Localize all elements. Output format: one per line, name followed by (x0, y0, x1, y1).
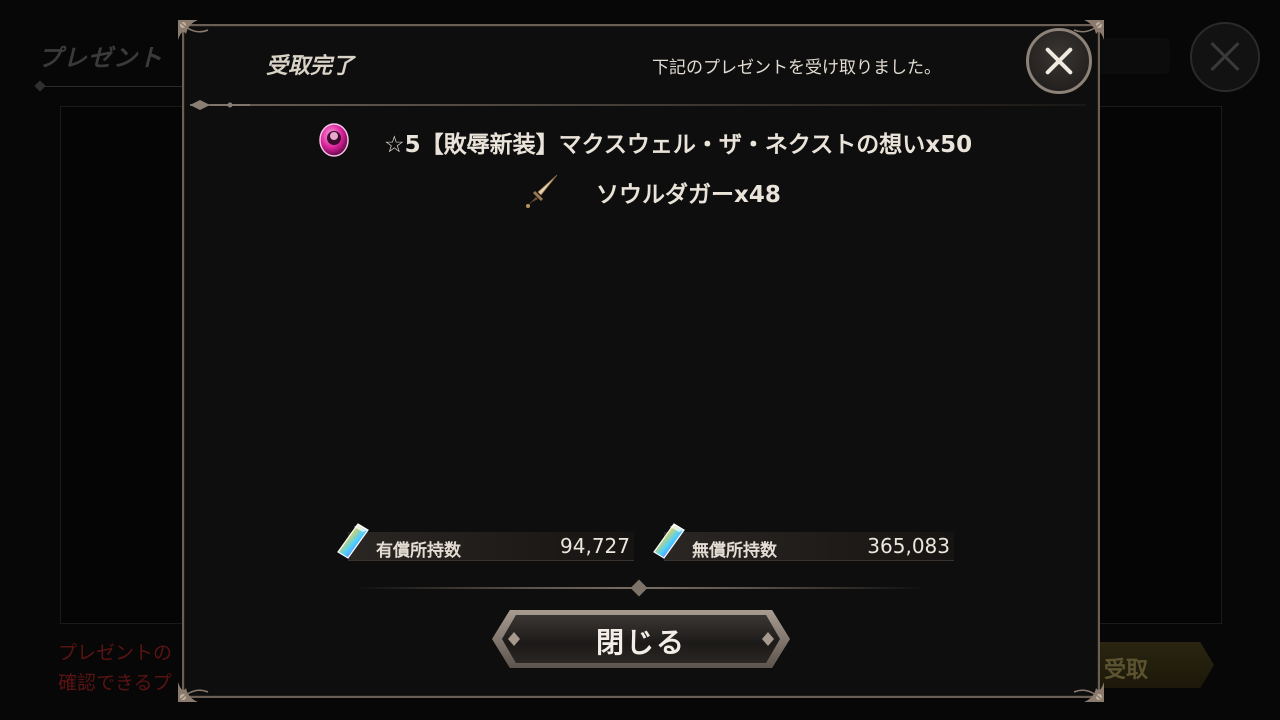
background-screen-title: プレゼント (38, 44, 163, 72)
dialog-title: 受取完了 (266, 54, 355, 79)
corner-ornament-icon (174, 666, 214, 706)
bottom-divider (360, 579, 920, 597)
receive-complete-dialog: 受取完了 下記のプレゼントを受け取りました。 ☆5【敗辱新装】マクスウェル・ザ・… (178, 20, 1104, 702)
title-divider (190, 104, 1086, 106)
paid-currency-display: 有償所持数 94,727 (334, 523, 634, 564)
corner-ornament-icon (1068, 666, 1108, 706)
paid-currency-value: 94,727 (560, 534, 630, 558)
rainbow-crystal-icon (337, 523, 369, 559)
free-currency-value: 365,083 (867, 534, 950, 558)
close-button-label: 閉じる (595, 626, 686, 659)
dagger-icon (526, 174, 558, 208)
pink-orb-icon (319, 123, 349, 157)
background-note-line2: 確認できるプ (58, 672, 172, 694)
divider-ornament-icon (190, 100, 250, 110)
background-receive-label: 受取 (1104, 658, 1149, 683)
divider-diamond-icon (630, 579, 648, 597)
reward-item: ☆5【敗辱新装】マクスウェル・ザ・ネクストの想いx50 (184, 120, 1098, 160)
rainbow-crystal-icon (653, 523, 685, 559)
dialog-message: 下記のプレゼントを受け取りました。 (652, 58, 941, 78)
close-x-button[interactable] (1026, 28, 1092, 94)
free-currency-label: 無償所持数 (692, 541, 777, 561)
reward-item-label: ソウルダガーx48 (596, 182, 781, 208)
paid-currency-label: 有償所持数 (376, 541, 461, 561)
close-button[interactable]: 閉じる (492, 610, 790, 668)
background-close-icon (1190, 22, 1260, 92)
reward-item-label: ☆5【敗辱新装】マクスウェル・ザ・ネクストの想いx50 (384, 132, 973, 158)
background-title-divider (36, 86, 186, 95)
background-note-line1: プレゼントの (58, 642, 173, 664)
corner-ornament-icon (174, 16, 214, 56)
free-currency-display: 無償所持数 365,083 (650, 523, 954, 564)
reward-item: ソウルダガーx48 (184, 170, 1098, 210)
